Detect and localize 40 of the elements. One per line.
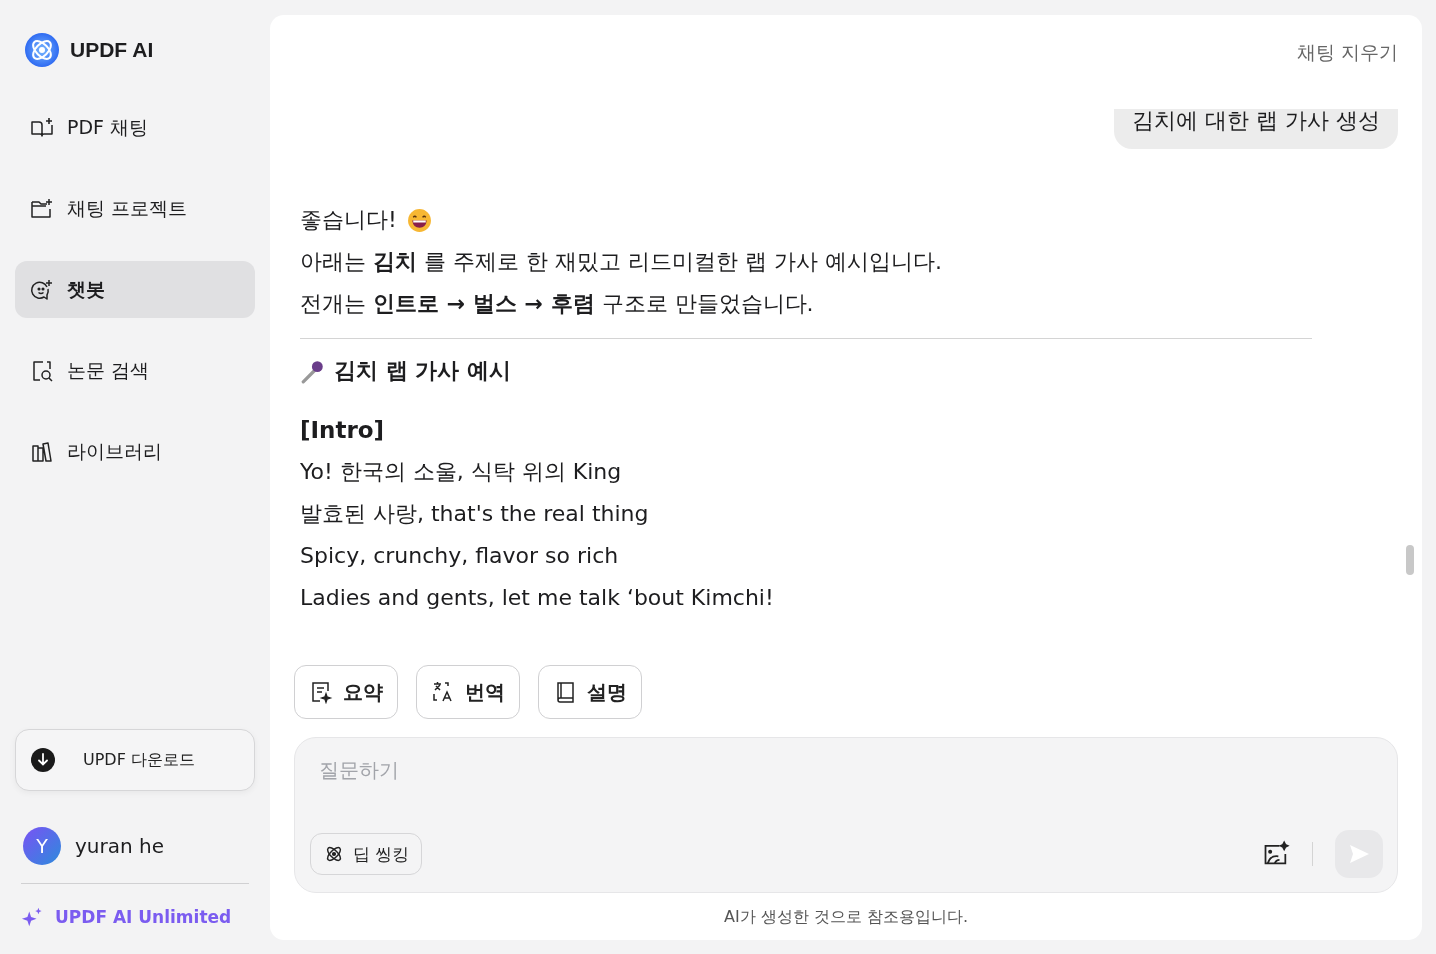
action-button[interactable]: 설명 <box>538 665 642 719</box>
summary-icon <box>309 680 333 704</box>
lyric-line: Yo! 한국의 소울, 식탁 위의 King <box>300 458 623 486</box>
user-message: 김치에 대한 랩 가사 생성 <box>1114 109 1398 149</box>
reply-text: 아래는 김치 를 주제로 한 재밌고 리드미컬한 랩 가사 예시입니다. <box>300 248 942 276</box>
reply-heading: 김치 랩 가사 예시 <box>334 357 511 385</box>
translate-icon <box>431 680 455 704</box>
download-button[interactable]: UPDF 다운로드 <box>15 729 255 791</box>
action-button[interactable]: 요약 <box>294 665 398 719</box>
grinning-face-icon <box>406 207 432 233</box>
brand-name: UPDF AI <box>70 38 154 62</box>
reply-text: 전개는 인트로 → 벌스 → 후렴 구조로 만들었습니다. <box>300 290 814 318</box>
download-icon <box>31 748 55 772</box>
chat-input[interactable]: 질문하기 딥 씽킹 <box>294 737 1398 893</box>
nav-item[interactable]: PDF 채팅 <box>15 99 255 156</box>
scrollbar-thumb[interactable] <box>1406 545 1414 575</box>
nav-item[interactable]: 채팅 프로젝트 <box>15 180 255 237</box>
smiley-chat-icon <box>30 277 54 302</box>
user-name: yuran he <box>75 834 164 858</box>
nav-item[interactable]: 라이브러리 <box>15 423 255 480</box>
microphone-icon <box>300 358 326 384</box>
folder-icon <box>30 196 54 221</box>
reply-text: 좋습니다! <box>300 206 397 234</box>
clear-chat-button[interactable]: 채팅 지우기 <box>1296 38 1398 68</box>
nav-item[interactable]: 논문 검색 <box>15 342 255 399</box>
books-icon <box>30 439 54 464</box>
logo-icon <box>24 32 60 68</box>
document-search-icon <box>30 358 54 383</box>
deep-thinking-toggle[interactable]: 딥 씽킹 <box>310 833 423 875</box>
lyric-line: Spicy, crunchy, flavor so rich <box>300 542 620 570</box>
sparkle-icon <box>21 906 43 928</box>
disclaimer-text: AI가 생성한 것으로 참조용입니다. <box>723 906 969 928</box>
avatar[interactable]: Y <box>23 827 61 865</box>
lyric-line: 발효된 사랑, that's the real thing <box>300 500 650 528</box>
section-label: [Intro] <box>300 416 386 445</box>
nav-item[interactable]: 챗봇 <box>15 261 255 318</box>
action-button[interactable]: 번역 <box>416 665 520 719</box>
lyric-line: Ladies and gents, let me talk ‘bout Kimchi! <box>300 584 775 612</box>
book-icon <box>30 115 54 140</box>
upgrade-link[interactable]: UPDF AI Unlimited <box>15 884 255 940</box>
